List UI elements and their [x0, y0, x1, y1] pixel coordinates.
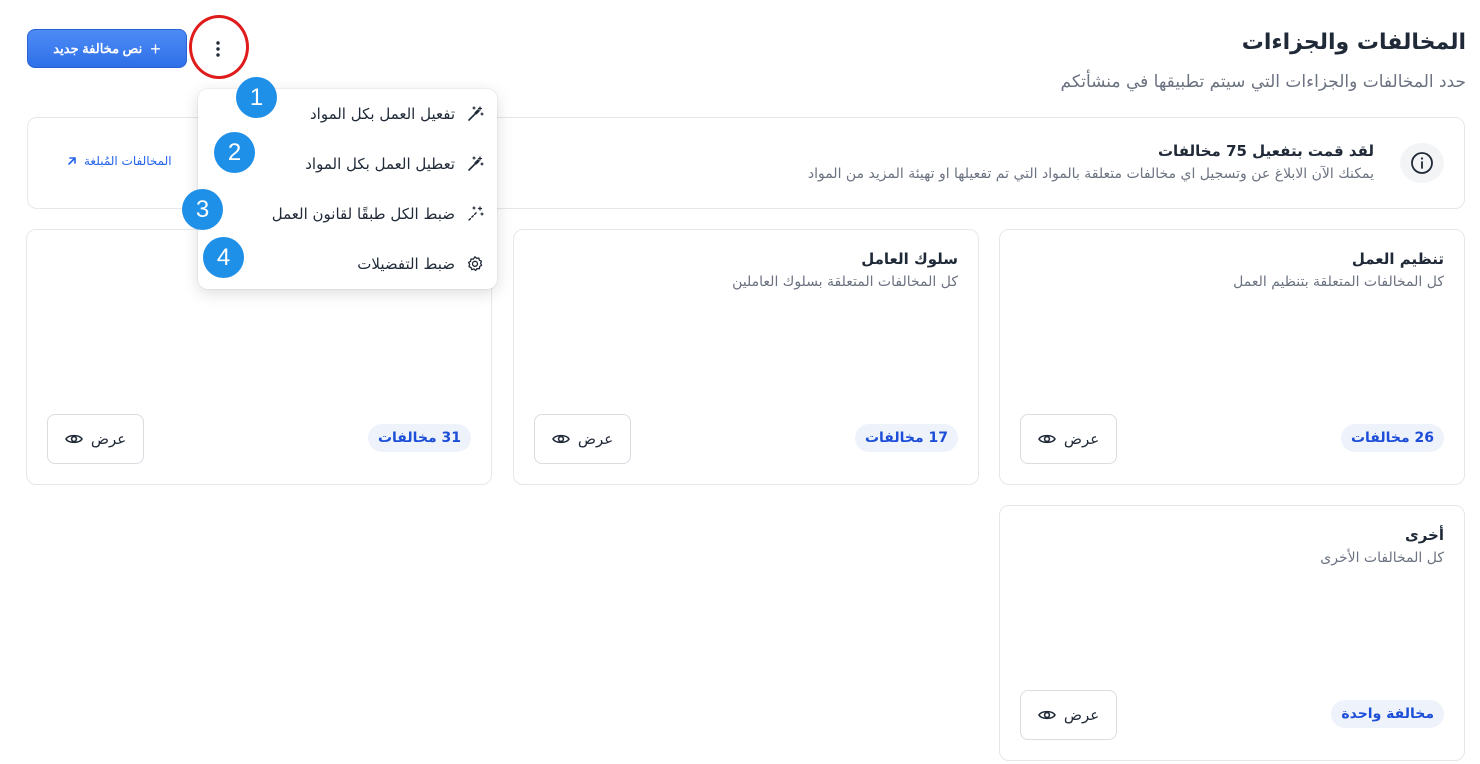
- step-marker-1: 1: [236, 77, 277, 118]
- info-icon: [1400, 143, 1444, 183]
- magic-wand-icon: [465, 155, 485, 173]
- violations-count-badge: 17 مخالفات: [854, 424, 958, 452]
- menu-item-preferences[interactable]: ضبط التفضيلات: [357, 249, 485, 279]
- card-description: كل المخالفات المتعلقة بتنظيم العمل: [1233, 274, 1444, 290]
- eye-icon: [64, 434, 83, 444]
- banner-title: لقد قمت بتفعيل 75 مخالفات: [1157, 142, 1374, 160]
- eye-icon: [551, 434, 570, 444]
- sparkle-wand-icon: [465, 205, 485, 223]
- violations-count-badge: مخالفة واحدة: [1331, 700, 1444, 728]
- category-card-other: أخرى كل المخالفات الأخرى مخالفة واحدة عر…: [999, 505, 1465, 761]
- menu-item-label: تعطيل العمل بكل المواد: [305, 155, 455, 173]
- view-button[interactable]: عرض: [47, 414, 144, 464]
- more-options-button[interactable]: [197, 29, 239, 69]
- page-subtitle: حدد المخالفات والجزاءات التي سيتم تطبيقه…: [1060, 72, 1466, 92]
- page-title: المخالفات والجزاءات: [1241, 30, 1466, 55]
- card-title: سلوك العامل: [861, 250, 958, 268]
- magic-wand-icon: [465, 105, 485, 123]
- gear-icon: [465, 255, 485, 273]
- step-marker-2: 2: [214, 132, 255, 173]
- external-arrow-icon: [68, 157, 76, 165]
- card-description: كل المخالفات المتعلقة بسلوك العاملين: [732, 274, 958, 290]
- menu-item-enable-all[interactable]: تفعيل العمل بكل المواد: [310, 99, 485, 129]
- card-description: كل المخالفات الأخرى: [1320, 550, 1444, 566]
- view-button[interactable]: عرض: [1020, 690, 1117, 740]
- violations-count-badge: 31 مخالفات: [367, 424, 471, 452]
- card-title: تنظيم العمل: [1351, 250, 1444, 268]
- category-card-work-organization: تنظيم العمل كل المخالفات المتعلقة بتنظيم…: [999, 229, 1465, 485]
- step-marker-4: 4: [203, 237, 244, 278]
- menu-item-reset-labor-law[interactable]: ضبط الكل طبقًا لقانون العمل: [272, 199, 485, 229]
- eye-icon: [1037, 710, 1056, 720]
- view-label: عرض: [1063, 706, 1100, 724]
- view-label: عرض: [90, 430, 127, 448]
- menu-item-label: تفعيل العمل بكل المواد: [309, 105, 455, 123]
- banner-text: يمكنك الآن الابلاغ عن وتسجيل اي مخالفات …: [807, 166, 1374, 182]
- plus-icon: +: [150, 38, 161, 59]
- step-marker-3: 3: [182, 189, 223, 230]
- view-button[interactable]: عرض: [1020, 414, 1117, 464]
- category-card-worker-behavior: سلوك العامل كل المخالفات المتعلقة بسلوك …: [513, 229, 979, 485]
- view-label: عرض: [1063, 430, 1100, 448]
- violations-count-badge: 26 مخالفات: [1340, 424, 1444, 452]
- reported-violations-label: المخالفات المُبلغة: [84, 154, 172, 168]
- view-label: عرض: [577, 430, 614, 448]
- kebab-menu-icon: [216, 41, 220, 57]
- new-violation-button[interactable]: + نص مخالفة جديد: [27, 29, 187, 68]
- new-violation-label: نص مخالفة جديد: [53, 40, 143, 56]
- menu-item-disable-all[interactable]: تعطيل العمل بكل المواد: [305, 149, 485, 179]
- reported-violations-link[interactable]: المخالفات المُبلغة: [66, 154, 172, 168]
- view-button[interactable]: عرض: [534, 414, 631, 464]
- menu-item-label: ضبط التفضيلات: [357, 255, 455, 273]
- eye-icon: [1037, 434, 1056, 444]
- card-title: أخرى: [1404, 526, 1444, 544]
- menu-item-label: ضبط الكل طبقًا لقانون العمل: [271, 205, 455, 223]
